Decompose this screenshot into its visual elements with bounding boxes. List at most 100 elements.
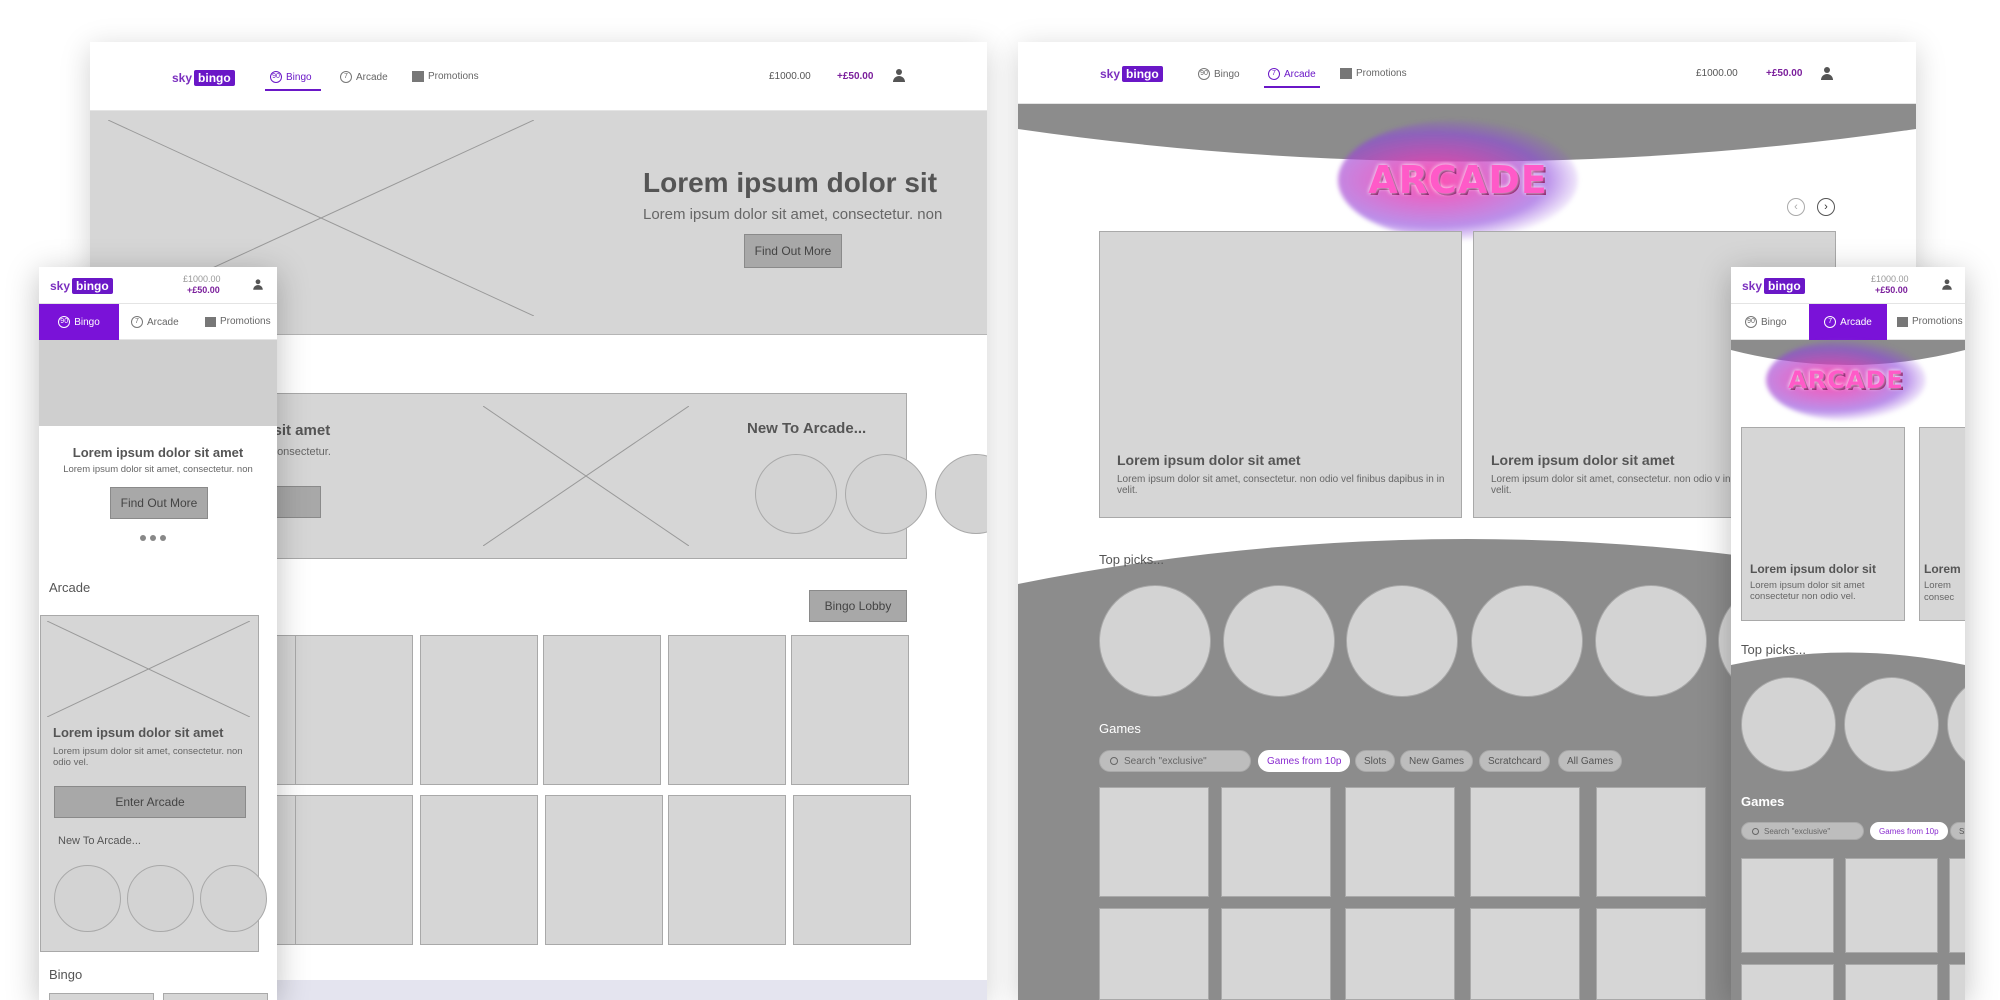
bingo-lobby-button[interactable]: Bingo Lobby (809, 590, 907, 622)
game-tile[interactable] (1845, 858, 1938, 953)
tab-arcade-label: Arcade (1840, 316, 1872, 328)
arcade-card-image-placeholder (483, 406, 689, 546)
bingo-room-tile[interactable] (791, 635, 909, 785)
bingo-room-tile[interactable] (793, 795, 911, 945)
feature-card[interactable]: Lorem ipsum dolor sit amet Lorem ipsum d… (1099, 231, 1462, 518)
logo-sky: sky (1100, 67, 1121, 81)
bingo-room-tile[interactable] (49, 993, 154, 1000)
tab-promotions[interactable]: Promotions (205, 316, 271, 327)
new-game-thumb[interactable] (127, 865, 194, 932)
game-tile[interactable] (1221, 908, 1331, 1000)
filter-slots[interactable]: Slo (1950, 822, 1965, 840)
user-icon[interactable] (893, 69, 905, 83)
arcade-logo: ARCADE (1338, 120, 1578, 240)
enter-arcade-button[interactable]: Enter Arcade (54, 786, 246, 818)
filter-new-games[interactable]: New Games (1400, 750, 1474, 772)
game-tile[interactable] (1470, 908, 1580, 1000)
new-game-thumb[interactable] (200, 865, 267, 932)
tab-promotions-label: Promotions (1912, 316, 1963, 327)
dot[interactable] (140, 535, 146, 541)
filter-games-from-10p[interactable]: Games from 10p (1870, 822, 1948, 840)
new-to-arcade-heading: New To Arcade... (58, 835, 141, 847)
new-game-thumb[interactable] (54, 865, 121, 932)
mobile-hero-image (39, 340, 277, 426)
logo-sky: sky (1742, 279, 1763, 293)
hero-title: Lorem ipsum dolor sit (643, 167, 938, 198)
active-tab-underline (1264, 86, 1320, 88)
new-game-thumb[interactable] (755, 454, 837, 534)
top-pick-thumb[interactable] (1595, 585, 1707, 697)
games-search-input[interactable]: Search "exclusive" (1741, 822, 1864, 840)
games-search-input[interactable]: Search "exclusive" (1099, 750, 1251, 772)
top-pick-thumb[interactable] (1346, 585, 1458, 697)
game-tile[interactable] (1221, 787, 1331, 897)
sky-bingo-logo[interactable]: sky bingo (50, 278, 113, 294)
game-tile[interactable] (1099, 787, 1209, 897)
game-tile[interactable] (1741, 964, 1834, 1000)
bingo-room-tile[interactable] (668, 635, 786, 785)
sky-bingo-logo[interactable]: sky bingo (1742, 278, 1805, 294)
mobile-tabbar: 90 Bingo 7 Arcade Promotions (1731, 304, 1965, 340)
bingo-room-tile[interactable] (668, 795, 786, 945)
new-game-thumb[interactable] (845, 454, 927, 534)
nav-bingo[interactable]: 90 Bingo (270, 71, 312, 83)
nav-promotions[interactable]: Promotions (412, 71, 479, 82)
bingo-room-tile[interactable] (420, 635, 538, 785)
tab-bingo[interactable]: 90 Bingo (1745, 316, 1787, 328)
top-pick-thumb[interactable] (1223, 585, 1335, 697)
new-game-thumb[interactable] (935, 454, 987, 534)
sky-bingo-logo[interactable]: sky bingo (1100, 66, 1163, 82)
bingo-room-tile[interactable] (295, 635, 413, 785)
tab-arcade[interactable]: 7 Arcade (1809, 304, 1887, 340)
dot[interactable] (150, 535, 156, 541)
game-tile[interactable] (1596, 787, 1706, 897)
dot[interactable] (160, 535, 166, 541)
carousel-next-button[interactable]: › (1817, 198, 1835, 216)
bingo-room-tile[interactable] (163, 993, 268, 1000)
game-tile[interactable] (1099, 908, 1209, 1000)
gift-icon (1340, 68, 1352, 79)
tab-promotions[interactable]: Promotions (1897, 316, 1963, 327)
mobile-bingo-frame: sky bingo £1000.00 +£50.00 90 Bingo 7 Ar… (39, 267, 277, 1000)
bingo-room-tile[interactable] (295, 795, 413, 945)
arcade-logo: ARCADE (1766, 340, 1926, 420)
game-tile[interactable] (1949, 964, 1965, 1000)
filter-scratchcard[interactable]: Scratchcard (1479, 750, 1551, 772)
game-tile[interactable] (1470, 787, 1580, 897)
sky-bingo-logo[interactable]: sky bingo (172, 70, 235, 86)
bingo-room-tile[interactable] (543, 635, 661, 785)
feature-card[interactable]: Lorem ipsum dolor sit Lorem ipsum dolor … (1741, 427, 1905, 621)
filter-games-from-10p[interactable]: Games from 10p (1258, 750, 1351, 772)
nav-promotions[interactable]: Promotions (1340, 68, 1407, 79)
nav-arcade-label: Arcade (1284, 68, 1316, 80)
nav-arcade[interactable]: 7 Arcade (340, 71, 388, 83)
game-tile[interactable] (1845, 964, 1938, 1000)
carousel-dots[interactable] (140, 535, 170, 541)
game-tile[interactable] (1345, 787, 1455, 897)
find-out-more-button[interactable]: Find Out More (744, 234, 842, 268)
top-pick-thumb[interactable] (1844, 677, 1939, 772)
filter-all-games[interactable]: All Games (1558, 750, 1623, 772)
top-pick-thumb[interactable] (1099, 585, 1211, 697)
tab-bingo[interactable]: 90 Bingo (39, 304, 119, 340)
nav-promotions-label: Promotions (1356, 68, 1407, 79)
game-tile[interactable] (1596, 908, 1706, 1000)
game-tile[interactable] (1345, 908, 1455, 1000)
feature-card-title: Lorem ipsum dolor sit amet (1491, 452, 1675, 468)
game-tile[interactable] (1741, 858, 1834, 953)
bingo-room-tile[interactable] (545, 795, 663, 945)
find-out-more-button[interactable]: Find Out More (110, 487, 208, 519)
user-icon[interactable] (1821, 67, 1833, 81)
game-tile[interactable] (1949, 858, 1965, 953)
nav-bingo[interactable]: 90 Bingo (1198, 68, 1240, 80)
top-pick-thumb[interactable] (1741, 677, 1836, 772)
filter-slots[interactable]: Slots (1355, 750, 1396, 772)
nav-arcade[interactable]: 7 Arcade (1268, 68, 1316, 80)
user-icon[interactable] (253, 279, 263, 290)
bingo-room-tile[interactable] (420, 795, 538, 945)
user-icon[interactable] (1942, 279, 1952, 290)
tab-arcade[interactable]: 7 Arcade (131, 316, 179, 328)
carousel-prev-button[interactable]: ‹ (1787, 198, 1805, 216)
feature-card[interactable]: Lorem Lorem consec (1919, 427, 1965, 621)
top-pick-thumb[interactable] (1471, 585, 1583, 697)
